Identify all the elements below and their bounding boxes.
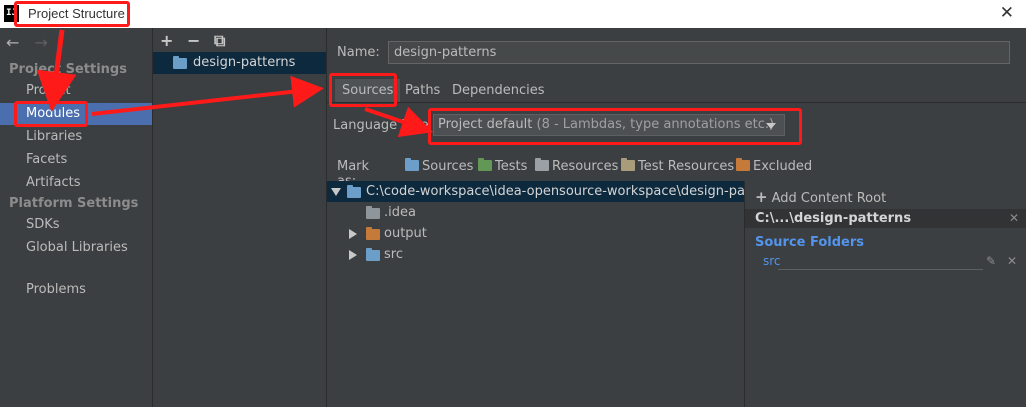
mark-test-resources-button[interactable]: Test Resources (621, 158, 735, 174)
edit-icon[interactable]: ✎ (986, 254, 996, 268)
mark-test-resources-label: Test Resources (638, 159, 735, 174)
expand-down-icon[interactable] (331, 188, 341, 196)
copy-icon[interactable]: ⧉ (214, 31, 225, 50)
modules-list-panel: + − ⧉ design-patterns (153, 28, 327, 407)
tree-item-label: .idea (384, 205, 416, 220)
add-content-root-label: Add Content Root (771, 191, 887, 206)
mark-sources-button[interactable]: Sources (405, 158, 474, 174)
tree-item-label: output (384, 226, 427, 241)
content-root-header: C:\...\design-patterns ✕ (745, 209, 1026, 228)
tree-root-path: C:\code-workspace\idea-opensource-worksp… (366, 184, 744, 199)
close-icon[interactable]: ✕ (1000, 3, 1014, 23)
mark-excluded-label: Excluded (753, 159, 813, 174)
close-icon[interactable]: ✕ (1009, 209, 1019, 228)
mark-resources-label: Resources (552, 159, 619, 174)
sidebar-item-facets[interactable]: Facets (0, 149, 152, 171)
add-icon: + (755, 188, 768, 206)
remove-icon[interactable]: − (187, 31, 200, 50)
source-folders-title: Source Folders (755, 235, 865, 250)
resources-folder-icon (535, 158, 549, 171)
annotation-box-title (14, 1, 130, 27)
sidebar-item-problems[interactable]: Problems (0, 279, 152, 301)
tree-row-root[interactable]: C:\code-workspace\idea-opensource-worksp… (327, 181, 744, 202)
tab-dependencies[interactable]: Dependencies (445, 79, 552, 102)
excluded-folder-icon (366, 227, 380, 240)
module-item-label: design-patterns (193, 55, 296, 70)
tree-row-idea[interactable]: .idea (327, 202, 744, 223)
module-folder-icon (347, 185, 361, 198)
close-icon[interactable]: ✕ (1007, 254, 1017, 268)
settings-sidebar: ← → Project Settings Project Modules Lib… (0, 28, 153, 407)
name-label: Name: (337, 45, 380, 60)
content-tree: C:\code-workspace\idea-opensource-worksp… (327, 181, 744, 407)
sidebar-item-sdks[interactable]: SDKs (0, 214, 152, 236)
platform-settings-header: Platform Settings (9, 196, 139, 211)
sidebar-item-global-libraries[interactable]: Global Libraries (0, 237, 152, 259)
back-arrow-icon[interactable]: ← (6, 33, 19, 52)
sidebar-item-libraries[interactable]: Libraries (0, 126, 152, 148)
test-resources-folder-icon (621, 158, 635, 171)
mark-tests-label: Tests (495, 159, 528, 174)
source-folder-item[interactable]: src (763, 254, 781, 268)
module-settings-panel: Name: design-patterns Sources Paths Depe… (327, 28, 1026, 407)
mark-sources-label: Sources (422, 159, 474, 174)
expand-right-icon[interactable] (349, 250, 357, 260)
module-folder-icon (173, 56, 187, 69)
module-name-input[interactable]: design-patterns (388, 41, 1010, 64)
nav-arrows: ← → (6, 33, 58, 52)
annotation-box-sources-tab (329, 73, 397, 107)
source-folder-underline (778, 269, 983, 270)
sources-folder-icon (405, 158, 419, 171)
mark-tests-button[interactable]: Tests (478, 158, 528, 174)
expand-right-icon[interactable] (349, 229, 357, 239)
tab-paths[interactable]: Paths (398, 79, 447, 102)
annotation-box-modules (14, 101, 88, 127)
excluded-folder-icon (736, 158, 750, 171)
language-level-label: Language level: (333, 118, 437, 133)
sources-folder-icon (366, 248, 380, 261)
modules-toolbar: + − ⧉ (160, 31, 233, 51)
sidebar-item-artifacts[interactable]: Artifacts (0, 172, 152, 194)
project-settings-header: Project Settings (9, 62, 127, 77)
tree-row-output[interactable]: output (327, 223, 744, 244)
add-content-root-button[interactable]: + Add Content Root (755, 188, 886, 206)
folder-icon (366, 206, 380, 219)
tests-folder-icon (478, 158, 492, 171)
add-icon[interactable]: + (160, 31, 173, 50)
tab-divider (327, 102, 1026, 103)
module-item-design-patterns[interactable]: design-patterns (153, 52, 326, 74)
content-root-panel: + Add Content Root C:\...\design-patterns… (744, 181, 1026, 407)
content-root-name: C:\...\design-patterns (755, 211, 912, 226)
annotation-box-language-level (428, 108, 802, 145)
forward-arrow-icon[interactable]: → (35, 33, 48, 52)
sidebar-item-project[interactable]: Project (0, 80, 152, 102)
mark-excluded-button[interactable]: Excluded (736, 158, 813, 174)
tree-item-label: src (384, 247, 403, 262)
tree-row-src[interactable]: src (327, 244, 744, 265)
mark-resources-button[interactable]: Resources (535, 158, 619, 174)
title-bar: IJ Project Structure ✕ (0, 0, 1026, 28)
